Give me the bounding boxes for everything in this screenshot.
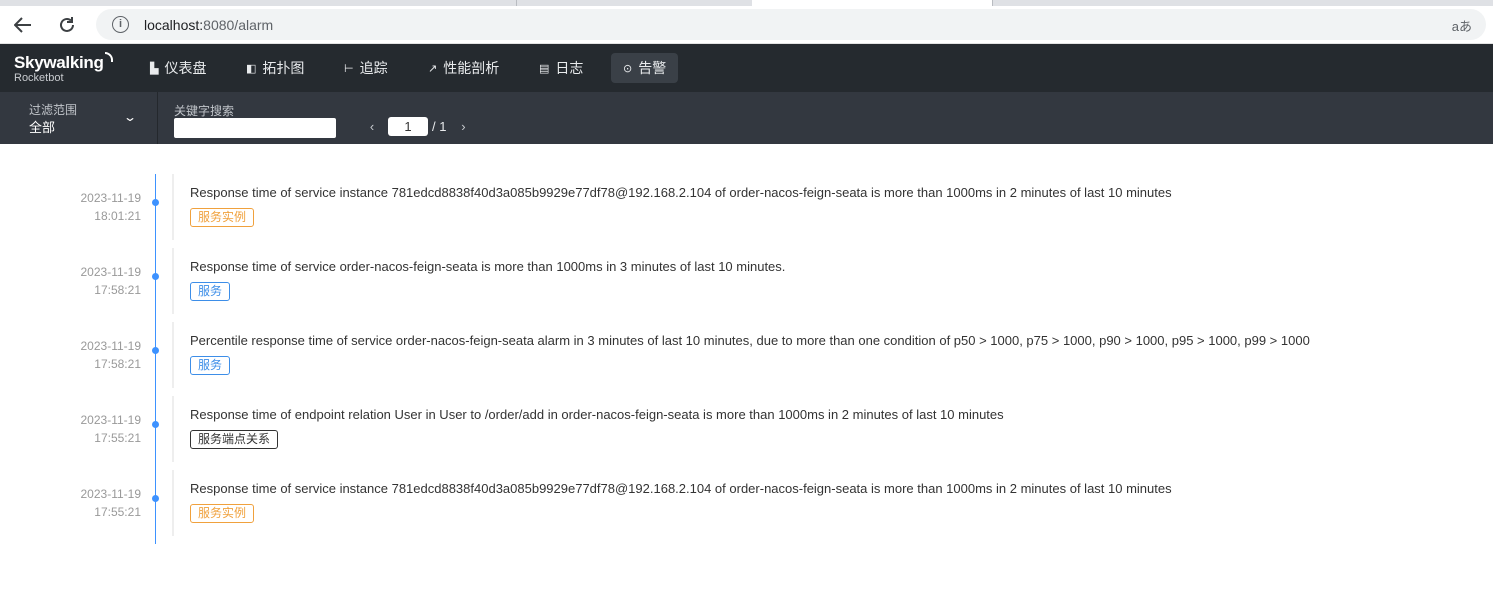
nav-item-3[interactable]: ↗ 性能剖析	[416, 53, 511, 83]
alarm-message: Response time of service order-nacos-fei…	[190, 259, 786, 274]
alarm-scope-tag: 服务实例	[190, 504, 255, 523]
prev-page-icon[interactable]: ‹	[365, 119, 379, 134]
alarm-date: 2023-11-19	[80, 487, 142, 501]
alarm-card: Response time of service instance 781edc…	[172, 470, 1472, 536]
alarm-message: Response time of service instance 781edc…	[190, 481, 1172, 496]
alarm-card: Response time of endpoint relation User …	[172, 396, 1472, 462]
alarm-date: 2023-11-19	[80, 413, 142, 427]
alarm-time: 17:58:21	[94, 283, 141, 297]
logo-subtitle: Rocketbot	[14, 72, 64, 84]
alarm-timestamp: 2023-11-19 18:01:21	[40, 189, 142, 225]
address-bar[interactable]: i localhost:8080/alarm aあ	[96, 9, 1486, 40]
nav-item-label: 拓扑图	[262, 60, 305, 76]
alarm-timestamp: 2023-11-19 17:58:21	[40, 337, 142, 373]
nav-item-label: 性能剖析	[443, 60, 500, 76]
app-top-nav: Skywalking Rocketbot ▙ 仪表盘 ◧ 拓扑图 ⊢ 追踪 ↗ 性能剖析 ▤ 日志…	[0, 44, 1493, 92]
alarm-date: 2023-11-19	[80, 191, 142, 205]
nav-item-label: 告警	[638, 60, 667, 76]
browser-toolbar: i localhost:8080/alarm aあ	[0, 6, 1493, 44]
alarm-message: Percentile response time of service orde…	[190, 333, 1310, 348]
page-total: / 1	[432, 118, 447, 134]
alarm-card: Response time of service order-nacos-fei…	[172, 248, 1472, 314]
profile-icon: ↗	[428, 62, 438, 75]
alarm-timestamp: 2023-11-19 17:58:21	[40, 263, 142, 299]
logo-swirl-icon	[104, 52, 113, 62]
nav-item-label: 仪表盘	[164, 60, 207, 76]
scope-value: 全部	[29, 120, 56, 135]
url-text[interactable]: localhost:8080/alarm	[144, 17, 273, 33]
alarm-message: Response time of service instance 781edc…	[190, 185, 1172, 200]
url-host: localhost:	[144, 17, 204, 33]
nav-item-4[interactable]: ▤ 日志	[527, 53, 595, 83]
alarm-date: 2023-11-19	[80, 339, 142, 353]
alarm-time: 17:55:21	[94, 431, 141, 445]
translate-icon[interactable]: aあ	[1452, 16, 1472, 35]
chevron-down-icon: ⌄	[122, 110, 138, 124]
timeline-dot	[152, 347, 159, 354]
scope-dropdown[interactable]: 过滤范围 全部 ⌄	[0, 92, 158, 144]
next-page-icon[interactable]: ›	[456, 119, 470, 134]
alarm-scope-tag: 服务	[190, 356, 231, 375]
page-number-input[interactable]	[388, 116, 428, 136]
nav-item-2[interactable]: ⊢ 追踪	[332, 53, 400, 83]
nav-item-1[interactable]: ◧ 拓扑图	[234, 53, 316, 83]
alarm-item[interactable]: 2023-11-19 17:58:21 Percentile response ti…	[0, 322, 1493, 388]
alarm-date: 2023-11-19	[80, 265, 142, 279]
alarm-icon: ⊙	[623, 62, 633, 75]
alarm-item[interactable]: 2023-11-19 17:55:21 Response time of endpo…	[0, 396, 1493, 462]
scope-label: 过滤范围	[29, 103, 78, 117]
pagination: ‹ / 1 ›	[365, 116, 470, 136]
reload-icon	[60, 17, 74, 32]
alarm-item[interactable]: 2023-11-19 18:01:21 Response time of servi…	[0, 174, 1493, 240]
timeline-dot	[152, 199, 159, 206]
log-icon: ▤	[539, 62, 550, 75]
alarm-time: 17:55:21	[94, 505, 141, 519]
alarm-message: Response time of endpoint relation User …	[190, 407, 1004, 422]
alarm-item[interactable]: 2023-11-19 17:58:21 Response time of servi…	[0, 248, 1493, 314]
topology-icon: ◧	[246, 62, 257, 75]
nav-item-5[interactable]: ⊙ 告警	[611, 53, 679, 83]
logo-brand-text: Skywalking	[14, 53, 104, 72]
alarm-scope-tag: 服务端点关系	[190, 430, 279, 449]
alarm-scope-tag: 服务实例	[190, 208, 255, 227]
alarm-card: Percentile response time of service orde…	[172, 322, 1472, 388]
arrow-left-icon	[14, 17, 31, 33]
alarm-timeline: 2023-11-19 18:01:21 Response time of servi…	[0, 144, 1493, 614]
alarm-time: 17:58:21	[94, 357, 141, 371]
site-info-icon[interactable]: i	[112, 16, 129, 33]
trace-icon: ⊢	[344, 62, 354, 75]
alarm-filter-bar: 过滤范围 全部 ⌄ 关键字搜索 ‹ / 1 ›	[0, 92, 1493, 144]
timeline-dot	[152, 421, 159, 428]
alarm-item[interactable]: 2023-11-19 17:55:21 Response time of servi…	[0, 470, 1493, 536]
dashboard-icon: ▙	[150, 62, 159, 75]
timeline-dot	[152, 495, 159, 502]
keyword-search-label: 关键字搜索	[174, 104, 235, 118]
nav-item-0[interactable]: ▙ 仪表盘	[138, 53, 218, 83]
alarm-timestamp: 2023-11-19 17:55:21	[40, 485, 142, 521]
reload-button[interactable]	[52, 10, 82, 40]
timeline-dot	[152, 273, 159, 280]
alarm-scope-tag: 服务	[190, 282, 231, 301]
alarm-time: 18:01:21	[94, 209, 141, 223]
back-button[interactable]	[8, 10, 38, 40]
nav-item-label: 追踪	[359, 60, 388, 76]
logo-brand: Skywalking	[14, 52, 113, 72]
alarm-timestamp: 2023-11-19 17:55:21	[40, 411, 142, 447]
url-path: 8080/alarm	[203, 17, 274, 33]
skywalking-logo[interactable]: Skywalking Rocketbot	[14, 52, 113, 84]
keyword-search-input[interactable]	[174, 118, 336, 138]
nav-item-label: 日志	[555, 60, 584, 76]
alarm-card: Response time of service instance 781edc…	[172, 174, 1472, 240]
